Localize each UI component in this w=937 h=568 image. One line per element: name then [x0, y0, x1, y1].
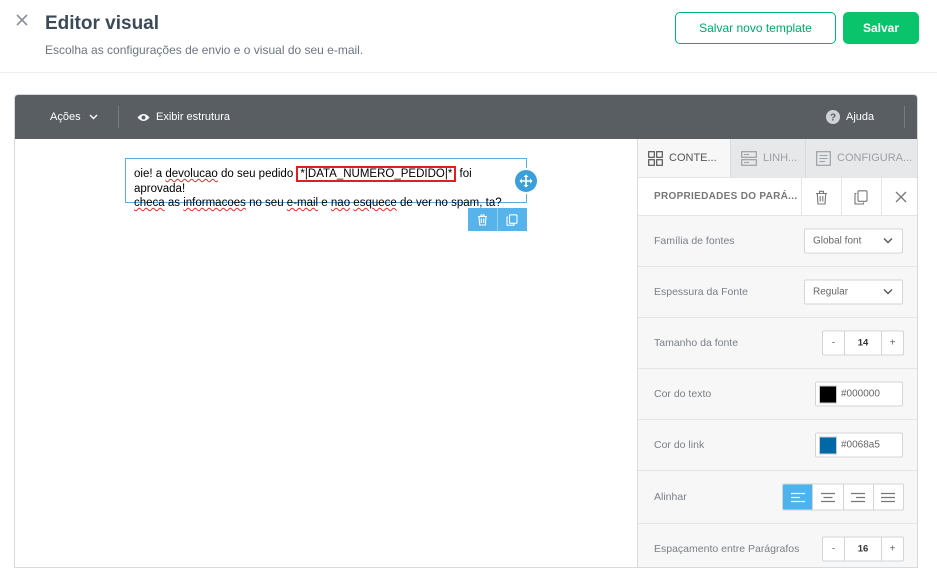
document-settings-icon: [816, 150, 831, 166]
editor-toolbar: Ações Exibir estrutura ? Ajuda: [15, 95, 917, 139]
trash-icon: [815, 190, 827, 205]
tab-content[interactable]: CONTE...: [638, 139, 730, 177]
text-color-picker[interactable]: #000000: [815, 381, 903, 407]
actions-menu[interactable]: Ações: [50, 95, 98, 139]
duplicate-block-button[interactable]: [497, 208, 526, 231]
paragraph-spacing-stepper: - 16 +: [822, 536, 904, 562]
grid-icon: [648, 150, 663, 166]
eye-icon: [137, 113, 150, 121]
copy-icon: [506, 213, 518, 226]
decrease-spacing-button[interactable]: -: [823, 538, 844, 561]
align-right-icon: [851, 492, 866, 502]
chevron-down-icon: [883, 238, 893, 244]
help-button[interactable]: ? Ajuda: [826, 95, 874, 139]
help-icon: ?: [826, 110, 840, 124]
paragraph-spacing-row: Espaçamento entre Parágrafos - 16 +: [638, 524, 917, 567]
rows-icon: [741, 150, 757, 166]
tab-settings[interactable]: CONFIGURA...: [805, 139, 917, 177]
chevron-down-icon: [883, 289, 893, 295]
page-title: Editor visual: [45, 13, 160, 34]
link-color-picker[interactable]: #0068a5: [815, 432, 903, 458]
delete-block-button[interactable]: [468, 208, 497, 231]
paragraph-line-1: oie! a devolucao do seu pedido *|DATA_NU…: [134, 166, 472, 195]
font-size-value[interactable]: 14: [844, 331, 882, 355]
email-canvas[interactable]: oie! a devolucao do seu pedido *|DATA_NU…: [15, 139, 637, 567]
paragraph-line-2: checa as informacoes no seu e-mail e nao…: [134, 197, 502, 209]
align-justify-icon: [881, 492, 896, 502]
save-new-template-button[interactable]: Salvar novo template: [675, 12, 836, 44]
show-structure-toggle[interactable]: Exibir estrutura: [137, 95, 230, 139]
duplicate-element-button[interactable]: [841, 178, 880, 216]
help-label: Ajuda: [846, 111, 875, 123]
font-size-row: Tamanho da fonte - 14 +: [638, 318, 917, 369]
align-buttons: [782, 483, 904, 511]
increase-font-size-button[interactable]: +: [882, 332, 903, 355]
move-handle[interactable]: [513, 168, 539, 194]
font-size-stepper: - 14 +: [822, 330, 904, 356]
align-left-icon: [790, 492, 805, 502]
align-right-button[interactable]: [842, 484, 873, 510]
tab-rows[interactable]: LINH...: [730, 139, 805, 177]
properties-title: PROPRIEDADES DO PARÁ...: [654, 191, 798, 202]
align-center-button[interactable]: [812, 484, 842, 510]
show-structure-label: Exibir estrutura: [156, 111, 230, 123]
toolbar-divider: [904, 106, 905, 128]
trash-icon: [478, 213, 487, 226]
properties-header: PROPRIEDADES DO PARÁ...: [638, 177, 917, 216]
font-family-row: Família de fontes Global font: [638, 216, 917, 267]
font-family-select[interactable]: Global font: [804, 228, 903, 254]
close-panel-button[interactable]: [881, 178, 917, 216]
align-left-button[interactable]: [783, 484, 813, 510]
link-color-swatch[interactable]: [819, 436, 837, 454]
close-icon: [895, 191, 907, 203]
merge-tag[interactable]: *|DATA_NUMERO_PEDIDO|*: [296, 166, 457, 182]
close-icon[interactable]: [14, 12, 32, 30]
decrease-font-size-button[interactable]: -: [823, 332, 844, 355]
text-color-swatch[interactable]: [819, 385, 837, 403]
copy-icon: [854, 189, 868, 205]
move-icon: [519, 174, 533, 188]
paragraph-block[interactable]: oie! a devolucao do seu pedido *|DATA_NU…: [125, 158, 527, 209]
font-weight-row: Espessura da Fonte Regular: [638, 267, 917, 318]
font-weight-select[interactable]: Regular: [804, 279, 903, 305]
increase-spacing-button[interactable]: +: [882, 538, 903, 561]
paragraph-spacing-value[interactable]: 16: [844, 537, 882, 561]
panel-tabs: CONTE... LINH... CONFIGURA...: [638, 139, 917, 177]
toolbar-divider: [118, 106, 119, 128]
text-color-row: Cor do texto #000000: [638, 369, 917, 420]
block-actions: [468, 208, 527, 231]
properties-panel: CONTE... LINH... CONFIGURA... PROPRIEDAD…: [637, 139, 917, 567]
chevron-down-icon: [89, 114, 98, 120]
top-header: Editor visual Escolha as configurações d…: [0, 0, 937, 73]
actions-label: Ações: [50, 111, 81, 123]
svg-text:?: ?: [830, 113, 836, 124]
link-color-row: Cor do link #0068a5: [638, 420, 917, 471]
delete-element-button[interactable]: [801, 178, 840, 216]
align-row: Alinhar: [638, 471, 917, 524]
align-center-icon: [820, 492, 835, 502]
save-button[interactable]: Salvar: [843, 12, 919, 44]
align-justify-button[interactable]: [872, 484, 903, 510]
email-editor: Ações Exibir estrutura ? Ajuda oie! a de…: [14, 94, 918, 568]
page-subtitle: Escolha as configurações de envio e o vi…: [45, 43, 364, 57]
